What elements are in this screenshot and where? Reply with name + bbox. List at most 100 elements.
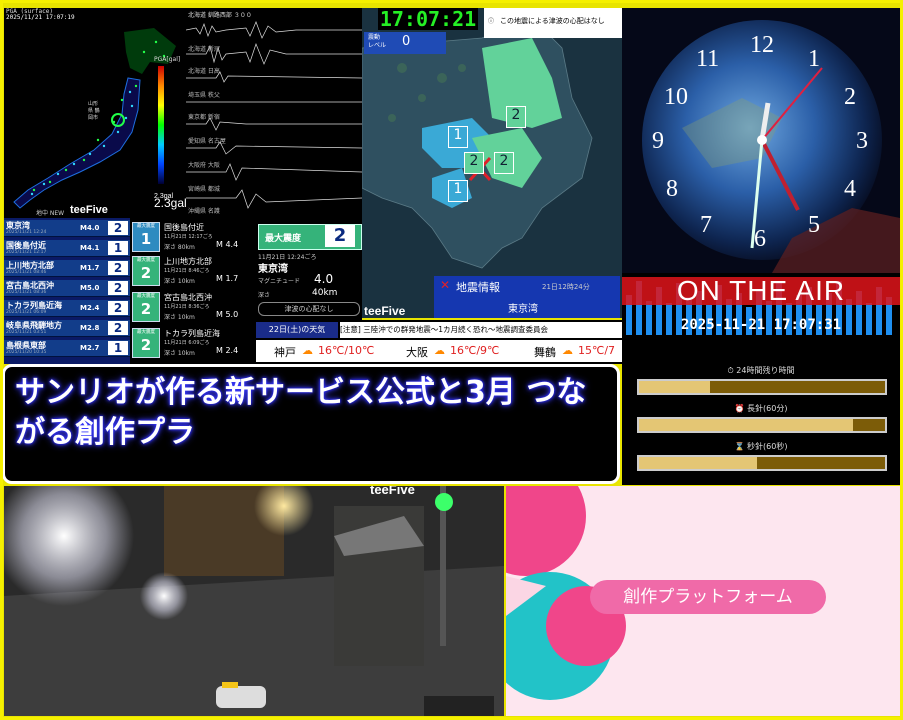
- map-intensity-marker: 1: [448, 180, 468, 202]
- station-label: 宮崎県 都城: [188, 186, 220, 193]
- max-intensity-box: 最大震度 2: [258, 224, 362, 250]
- intensity-badge: 2: [108, 301, 128, 315]
- info-place: 東京湾: [508, 304, 538, 315]
- intensity-badge: 最大震度 2: [132, 292, 160, 322]
- news-caption-box: サンリオが作る新サービス公式と3月 つながる創作プラ: [2, 364, 620, 484]
- intensity-badge: 1: [108, 241, 128, 255]
- list-item[interactable]: 上川地方北部 2025/11/21 08:46 M1.7 2: [4, 260, 130, 277]
- timer-label: ⏰ 長針(60分): [734, 404, 788, 413]
- source-label: 地中 NEW: [36, 210, 65, 217]
- list-item[interactable]: 最大震度 1 国後島付近 11月21日 12:17ごろ 深さ 80km M 4.4: [132, 220, 254, 254]
- map-intensity-marker: 2: [506, 106, 526, 128]
- map-intensity-marker: 2: [494, 152, 514, 174]
- x-mark-icon: ✕: [440, 278, 451, 292]
- magnitude-value: 4.0: [314, 272, 334, 286]
- hourglass-icon: ⌛: [734, 442, 748, 451]
- analog-clock-panel: 12 1 2 3 4 5 6 7 8 9 10 11: [622, 8, 900, 273]
- clock-numeral: 7: [700, 212, 712, 238]
- timer-fill: [639, 381, 711, 393]
- station-label: 北海道 新冠: [188, 46, 220, 53]
- depth-value: 40km: [312, 288, 338, 298]
- list-item[interactable]: 最大震度 2 宮古島北西沖 11月21日 8:36ごろ 深さ 10km M 5.0: [132, 290, 254, 324]
- intensity-badge: 2: [108, 261, 128, 275]
- seismic-intensity-panel: PGA (surface) 2025/11/21 17:07:19 2.3gal…: [4, 8, 186, 218]
- region-tag: 山形県 鶴岡市: [88, 101, 100, 121]
- clock-icon: ⏱: [727, 366, 737, 375]
- city-temp: 16℃/10℃: [318, 344, 375, 357]
- street-brand-logo: teeFive: [370, 486, 415, 497]
- clock-numeral: 9: [652, 128, 664, 154]
- on-air-panel: ON THE AIR 2025-11-21 17:07:31: [622, 273, 900, 335]
- shaking-level-box: 震動 レベル 0: [364, 32, 446, 54]
- city-name: 大阪: [406, 346, 428, 359]
- seismic-timestamp: 2025/11/21 17:07:19: [6, 14, 75, 21]
- tsunami-status: 津波の心配なし: [258, 302, 360, 316]
- list-item[interactable]: 東京湾 2025/11/21 12:24 M4.0 2: [4, 220, 130, 237]
- clock-numeral: 8: [666, 176, 678, 202]
- weather-date: 22日(土)の天気: [256, 322, 338, 338]
- station-label: 愛知県 名古屋: [188, 138, 226, 145]
- intensity-badge: 最大震度 1: [132, 222, 160, 252]
- pga-color-scale: [158, 66, 164, 184]
- news-caption: サンリオが作る新サービス公式と3月 つながる創作プラ: [15, 375, 587, 450]
- city-name: 神戸: [274, 346, 296, 359]
- promo-label: 創作プラットフォーム: [590, 580, 826, 614]
- street-camera-view: [4, 486, 504, 716]
- station-label: 北海道 日高: [188, 68, 220, 75]
- list-item[interactable]: 最大震度 2 上川地方北部 11月21日 8:46ごろ 深さ 10km M 1.7: [132, 254, 254, 288]
- weather-strip: 22日(土)の天気 [注意] 三陸沖での群発地震～1カ月続く恐れ～地震調査委員会…: [256, 320, 622, 364]
- latest-earthquake-panel: 最大震度 2 11月21日 12:24ごろ 東京湾 マグニチュード 4.0 深さ…: [256, 218, 362, 320]
- max-intensity-label: 最大震度: [265, 234, 302, 244]
- station-label: 東京都 新宿: [188, 114, 220, 121]
- earthquake-history-list: 東京湾 2025/11/21 12:24 M4.0 2 国後島付近 2025/11/21…: [4, 218, 130, 364]
- timer-fill: [639, 457, 758, 469]
- intensity-badge: 最大震度 2: [132, 256, 160, 286]
- pga-value: 2.3gal: [154, 196, 186, 210]
- list-item[interactable]: 岐阜県飛騨地方 2025/11/21 03:51 M2.8 2: [4, 320, 130, 337]
- station-label: 沖縄県 名護: [188, 208, 220, 215]
- earthquake-detail-list: 最大震度 1 国後島付近 11月21日 12:17ごろ 深さ 80km M 4.4 最大…: [130, 218, 256, 364]
- timer-bar: [637, 417, 887, 433]
- station-label: 埼玉県 秩父: [188, 92, 220, 99]
- clock-numeral: 10: [664, 84, 688, 110]
- list-item[interactable]: 島根県東部 2025/11/20 10:35 M2.7 1: [4, 340, 130, 357]
- kanto-map: [362, 8, 622, 318]
- on-air-label: ON THE AIR: [676, 275, 846, 306]
- waveform-panel: 北海道 釧路西部 ３００ 北海道 新冠 北海道 日高 埼玉県 秩父 東京都 新宿…: [186, 8, 362, 218]
- timer-bar: [637, 379, 887, 395]
- clock-numeral: 3: [856, 128, 868, 154]
- eq-info-box: ✕ 地震情報 21日12時24分 東京湾: [434, 276, 620, 318]
- cloudy-sun-icon: ☁: [302, 344, 313, 357]
- map-intensity-marker: 1: [448, 126, 468, 148]
- list-item[interactable]: トカラ列島近海 2025/11/21 06:09 M2.4 2: [4, 300, 130, 317]
- max-intensity-value: 2: [325, 225, 355, 247]
- list-item[interactable]: 国後島付近 2025/11/21 12:17 M4.1 1: [4, 240, 130, 257]
- digital-clock: 17:07:21: [378, 7, 478, 31]
- cloudy-sun-icon: ☁: [562, 344, 573, 357]
- clock-numeral: 6: [754, 226, 766, 252]
- timer-label: ⌛ 秒針(60秒): [734, 442, 788, 451]
- timer-fill: [639, 419, 854, 431]
- list-item[interactable]: 最大震度 2 トカラ列島近海 11月21日 6:09ごろ 深さ 10km M 2.4: [132, 326, 254, 360]
- level-label: 震動 レベル: [368, 34, 387, 49]
- info-title: 地震情報: [456, 281, 500, 294]
- on-air-datetime: 2025-11-21 17:07:31: [680, 317, 842, 333]
- clock-numeral: 2: [844, 84, 856, 110]
- depth-label: 深さ: [258, 292, 271, 299]
- info-icon: ⓘ: [488, 18, 495, 25]
- clock-numeral: 4: [844, 176, 856, 202]
- clock-icon: ⏰: [734, 404, 748, 413]
- info-time: 21日12時24分: [542, 283, 590, 291]
- list-item[interactable]: 宮古島北西沖 2025/11/21 08:36 M5.0 2: [4, 280, 130, 297]
- timer-label: ⏱ 24時間残り時間: [727, 366, 795, 375]
- intensity-badge: 2: [108, 221, 128, 235]
- regional-map-panel: 2 1 2 2 1 teeFive: [362, 8, 622, 318]
- pga-label: PGA[gal]: [154, 56, 181, 63]
- latest-place: 東京湾: [258, 264, 288, 275]
- intensity-badge: 最大震度 2: [132, 328, 160, 358]
- station-label: 大阪府 大阪: [188, 162, 220, 169]
- magnitude-label: マグニチュード: [258, 278, 301, 285]
- news-ticker: [注意] 三陸沖での群発地震～1カ月続く恐れ～地震調査委員会: [340, 322, 622, 338]
- intensity-badge: 2: [108, 281, 128, 295]
- cloudy-sun-icon: ☁: [434, 344, 445, 357]
